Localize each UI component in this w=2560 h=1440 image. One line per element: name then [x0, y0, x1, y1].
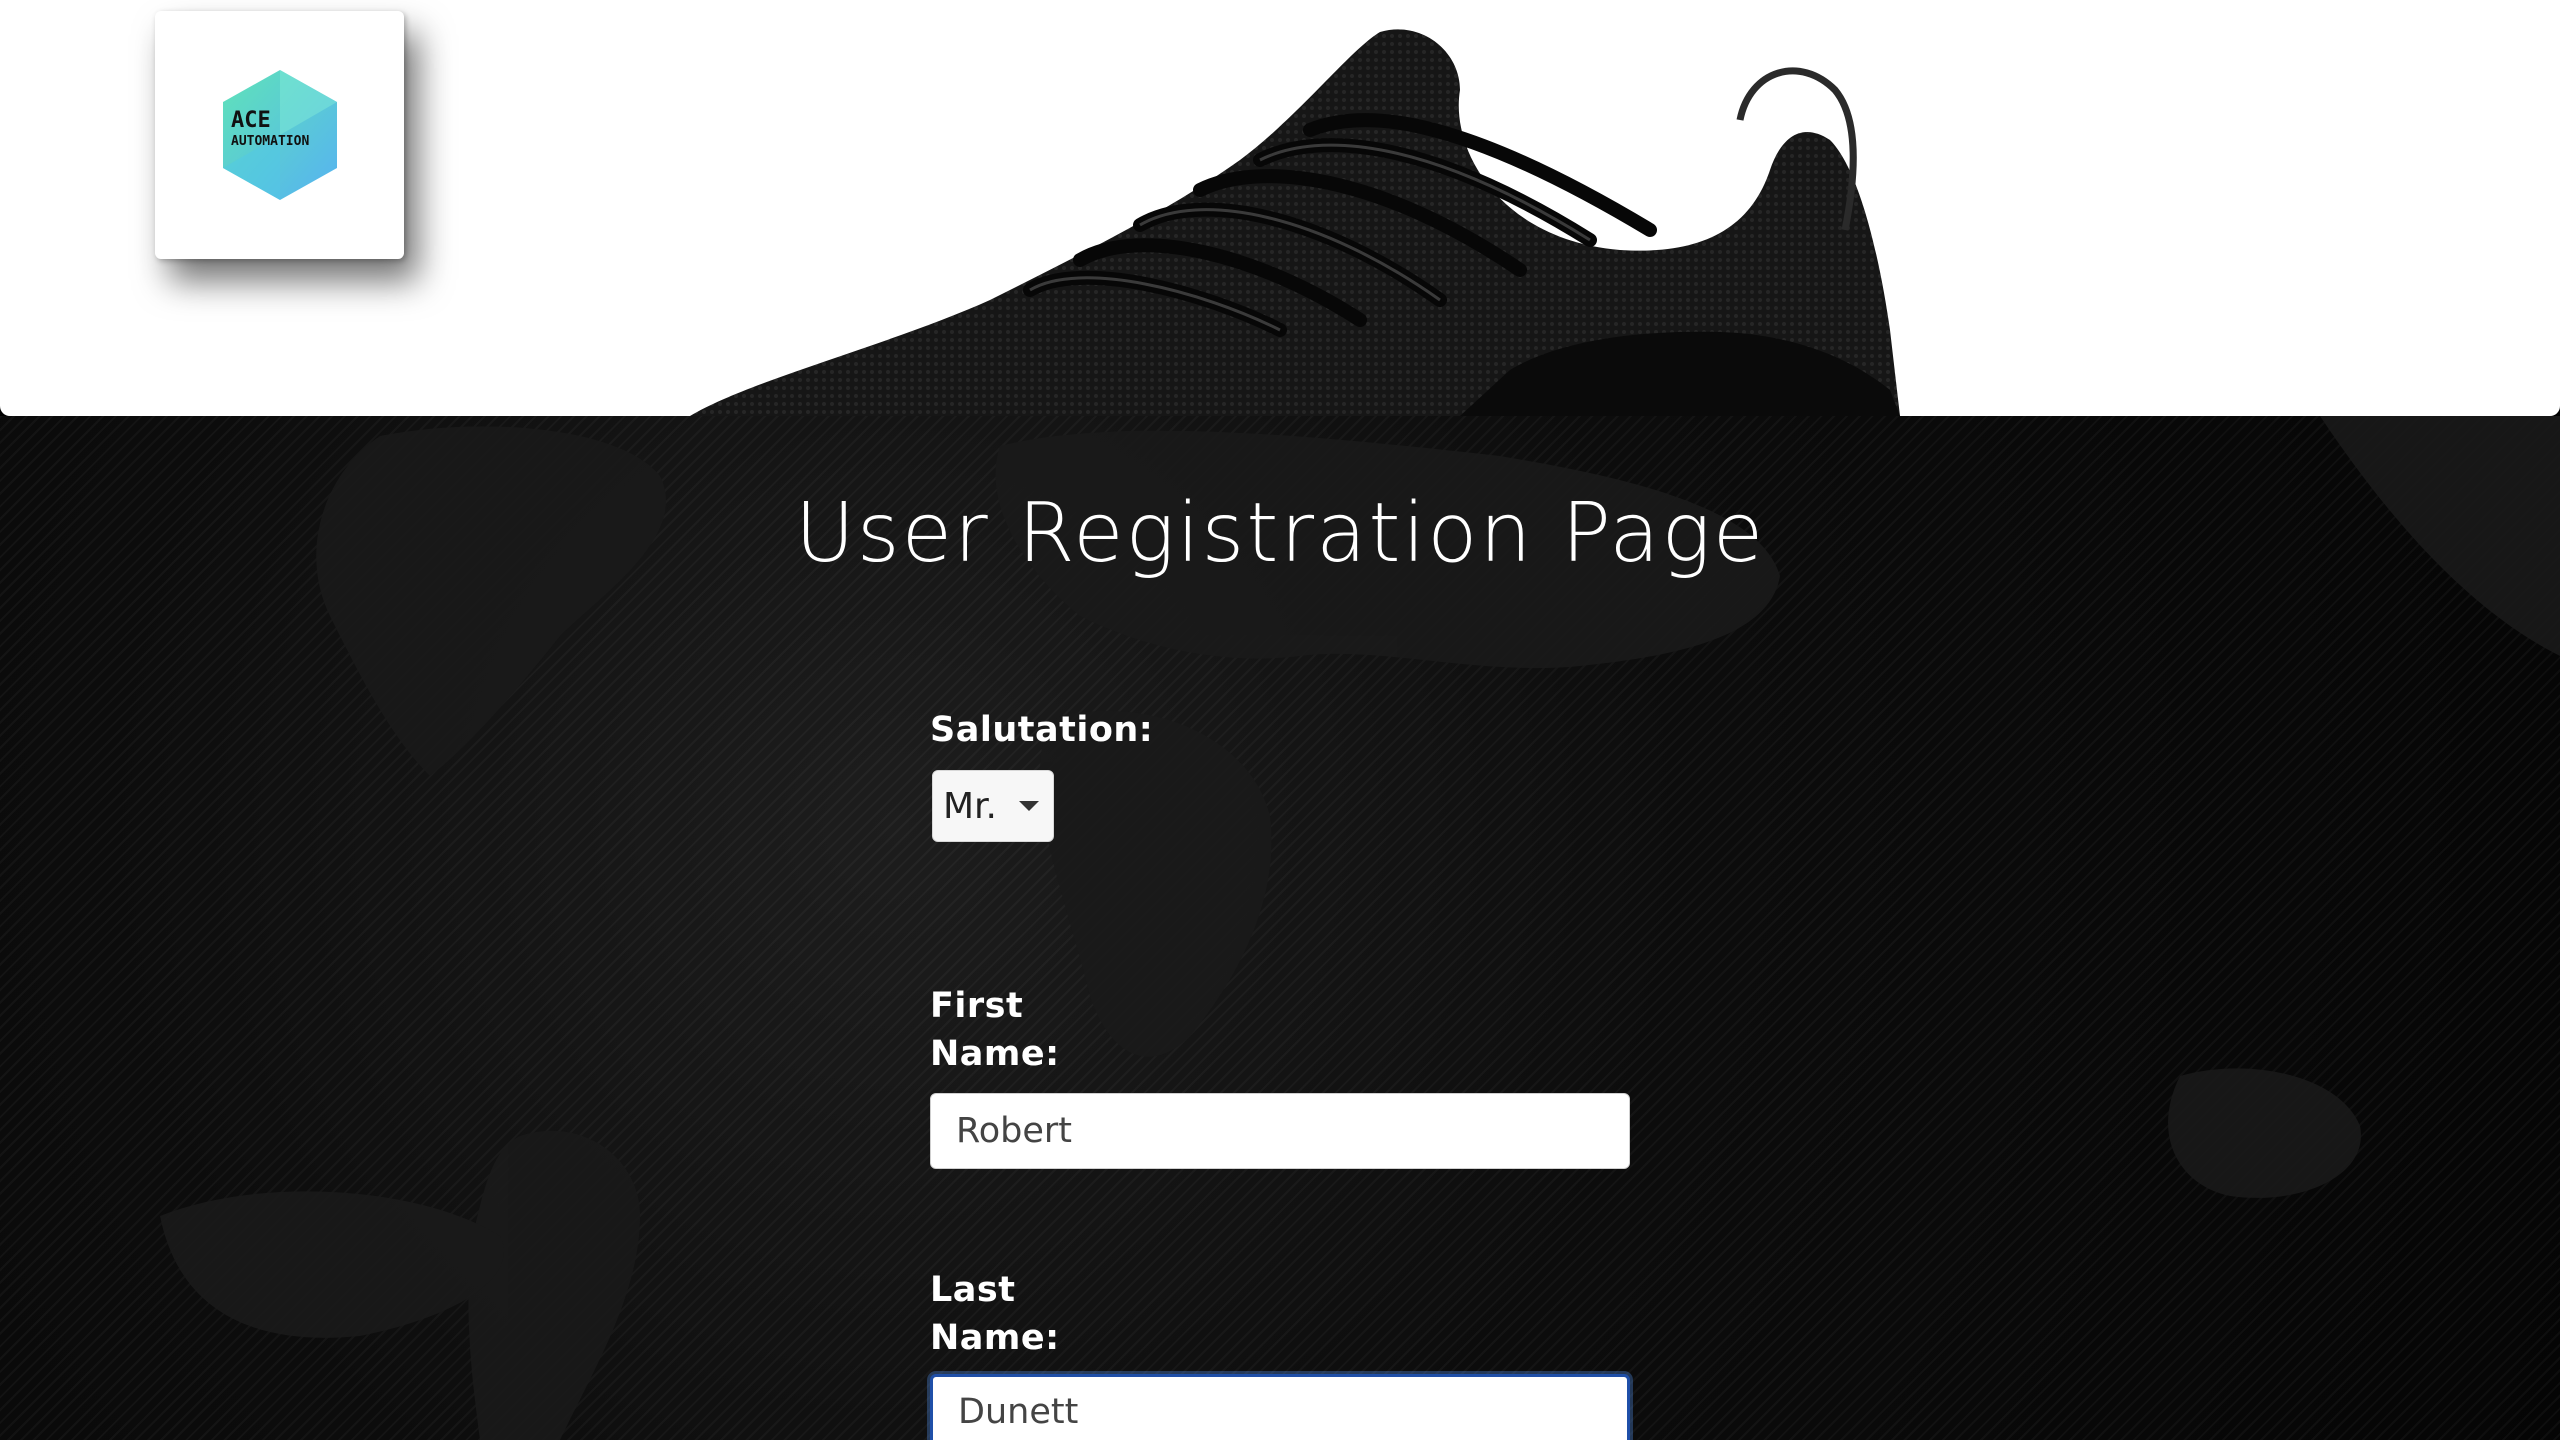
first-name-input[interactable]: Robert	[930, 1093, 1630, 1169]
salutation-select[interactable]: Mr.	[932, 770, 1054, 842]
last-name-input[interactable]: Dunett	[930, 1374, 1630, 1440]
page-header: ACE AUTOMATION	[0, 0, 2560, 416]
first-name-value: Robert	[956, 1111, 1073, 1151]
logo-line1: ACE	[231, 108, 271, 133]
salutation-label: Salutation:	[930, 710, 1154, 750]
first-name-label-line1: First	[930, 986, 1024, 1026]
last-name-label-line2: Name:	[930, 1318, 1060, 1358]
last-name-label-line1: Last	[930, 1270, 1016, 1310]
registration-section: User Registration Page Salutation: Mr. F…	[0, 416, 2560, 1440]
first-name-label: First Name:	[930, 982, 1060, 1078]
last-name-value: Dunett	[958, 1392, 1079, 1432]
logo-line2: AUTOMATION	[231, 134, 309, 149]
page-title: User Registration Page	[794, 486, 1766, 581]
last-name-label: Last Name:	[930, 1266, 1060, 1362]
hexagon-logo-icon: ACE AUTOMATION	[222, 70, 337, 200]
first-name-label-line2: Name:	[930, 1034, 1060, 1074]
dropdown-arrow-icon	[1019, 801, 1039, 811]
salutation-selected-value: Mr.	[943, 785, 997, 827]
site-logo[interactable]: ACE AUTOMATION	[155, 11, 404, 259]
shoe-banner-image	[690, 29, 1900, 416]
